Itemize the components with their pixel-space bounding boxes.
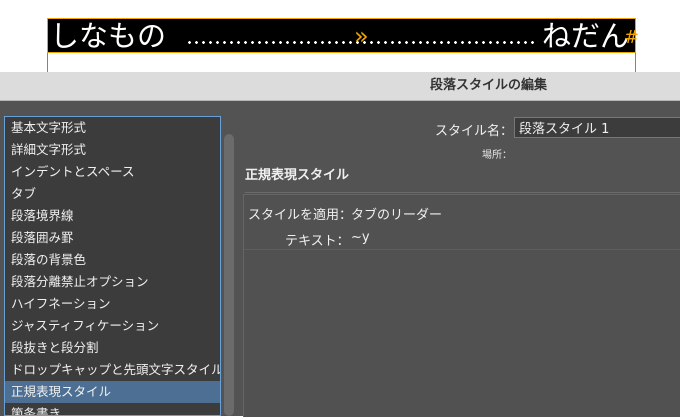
dialog-title: 段落スタイルの編集 <box>430 78 548 93</box>
category-item-tabs[interactable]: タブ <box>5 183 220 205</box>
location-label: 場所： <box>482 150 512 161</box>
category-item-hyphenation[interactable]: ハイフネーション <box>5 293 220 315</box>
sample-text-left: しなもの <box>50 19 167 53</box>
category-item-paragraph-rules[interactable]: 段落境界線 <box>5 205 220 227</box>
grep-row-divider <box>244 249 680 250</box>
category-item-keep-options[interactable]: 段落分離禁止オプション <box>5 271 220 293</box>
text-frame[interactable]: しなもの ねだん » # <box>47 18 639 54</box>
grep-text-value[interactable]: ~y <box>351 230 370 245</box>
category-list[interactable]: 基本文字形式 詳細文字形式 インデントとスペース タブ 段落境界線 段落囲み罫 … <box>4 116 221 416</box>
grep-style-list[interactable]: スタイルを適用： タブのリーダー テキスト： ~y <box>243 194 680 417</box>
grep-text-label: テキスト： <box>285 234 350 249</box>
category-scrollbar-thumb[interactable] <box>224 134 234 416</box>
category-item-basic-character-formats[interactable]: 基本文字形式 <box>5 117 220 139</box>
tab-marker-icon: » <box>354 22 369 50</box>
apply-style-label: スタイルを適用： <box>248 208 353 223</box>
sample-text: しなもの ねだん <box>48 19 637 54</box>
category-item-drop-caps[interactable]: ドロップキャップと先頭文字スタイル <box>5 359 220 381</box>
category-item-span-columns[interactable]: 段抜きと段分割 <box>5 337 220 359</box>
section-title: 正規表現スタイル <box>245 168 350 183</box>
category-item-advanced-character-formats[interactable]: 詳細文字形式 <box>5 139 220 161</box>
category-item-justification[interactable]: ジャスティフィケーション <box>5 315 220 337</box>
category-item-paragraph-shading[interactable]: 段落の背景色 <box>5 249 220 271</box>
style-name-label: スタイル名： <box>435 124 514 139</box>
apply-style-value[interactable]: タブのリーダー <box>351 204 442 223</box>
style-name-input[interactable] <box>514 117 680 138</box>
category-item-indents-and-spacing[interactable]: インデントとスペース <box>5 161 220 183</box>
category-scrollbar[interactable] <box>224 134 234 416</box>
end-of-story-icon: # <box>623 27 639 48</box>
paragraph-style-dialog: 段落スタイルの編集 基本文字形式 詳細文字形式 インデントとスペース タブ 段落… <box>0 72 680 417</box>
sample-text-right: ねだん <box>541 19 629 53</box>
category-item-grep-style[interactable]: 正規表現スタイル <box>5 381 220 403</box>
dialog-titlebar[interactable]: 段落スタイルの編集 <box>0 72 680 101</box>
category-item-paragraph-border[interactable]: 段落囲み罫 <box>5 227 220 249</box>
category-item-bullets-and-numbering[interactable]: 箇条書き <box>5 403 220 415</box>
section-divider <box>245 192 680 193</box>
document-area: しなもの ねだん » # <box>0 0 680 72</box>
